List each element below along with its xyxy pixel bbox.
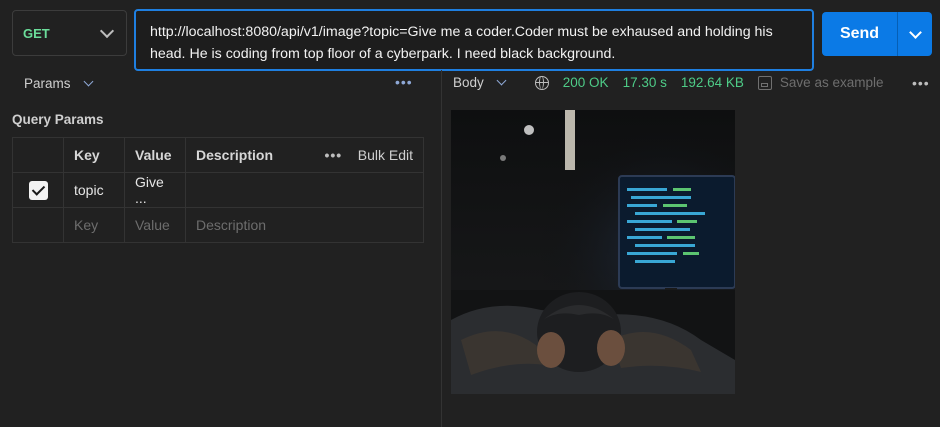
column-header-key: Key	[63, 137, 125, 173]
row-check-cell	[12, 172, 64, 208]
more-options-icon[interactable]: •••	[324, 147, 342, 163]
header-check-cell	[12, 137, 64, 173]
save-as-example-button[interactable]: Save as example	[780, 75, 884, 90]
param-value-cell[interactable]: Give ...	[124, 172, 186, 208]
checkbox-checked[interactable]	[28, 180, 48, 200]
url-input[interactable]: http://localhost:8080/api/v1/image?topic…	[134, 9, 814, 71]
param-key-cell[interactable]: topic	[63, 172, 125, 208]
table-header-row: Key Value Description ••• Bulk Edit	[12, 137, 424, 173]
row-check-cell	[12, 207, 64, 243]
tab-body[interactable]: Body	[453, 75, 484, 90]
response-toolbar: Body 200 OK 17.30 s 192.64 KB Save as ex…	[453, 75, 897, 90]
chevron-down-icon[interactable]	[496, 75, 507, 86]
send-options-button[interactable]	[897, 12, 932, 56]
more-options-icon[interactable]: •••	[395, 74, 413, 90]
value-placeholder[interactable]: Value	[124, 207, 186, 243]
tab-params-label: Params	[24, 76, 71, 91]
method-value: GET	[23, 25, 50, 41]
response-size[interactable]: 192.64 KB	[681, 75, 744, 90]
param-description-cell[interactable]	[185, 172, 424, 208]
chevron-down-icon	[99, 23, 115, 38]
tab-params[interactable]: Params	[24, 76, 93, 91]
status-code[interactable]: 200 OK	[563, 75, 609, 90]
description-placeholder[interactable]: Description	[185, 207, 424, 243]
table-row: topic Give ...	[12, 172, 424, 208]
key-placeholder[interactable]: Key	[63, 207, 125, 243]
column-header-description: Description ••• Bulk Edit	[185, 137, 424, 173]
response-image-preview	[451, 110, 735, 394]
table-row-empty: Key Value Description	[12, 207, 424, 243]
query-params-title: Query Params	[12, 112, 104, 127]
column-header-value: Value	[124, 137, 186, 173]
method-select[interactable]: GET	[12, 10, 127, 56]
chevron-down-icon	[83, 76, 93, 87]
more-options-icon[interactable]: •••	[912, 75, 930, 91]
response-time[interactable]: 17.30 s	[623, 75, 667, 90]
globe-icon[interactable]	[534, 75, 549, 90]
description-header-label: Description	[196, 147, 274, 163]
send-button-group: Send	[822, 12, 932, 56]
chevron-down-icon	[908, 25, 922, 39]
bulk-edit-link[interactable]: Bulk Edit	[358, 147, 413, 163]
query-params-table: Key Value Description ••• Bulk Edit topi…	[12, 137, 424, 243]
save-icon	[757, 75, 772, 90]
send-button[interactable]: Send	[822, 12, 897, 56]
pane-divider[interactable]	[441, 70, 442, 427]
